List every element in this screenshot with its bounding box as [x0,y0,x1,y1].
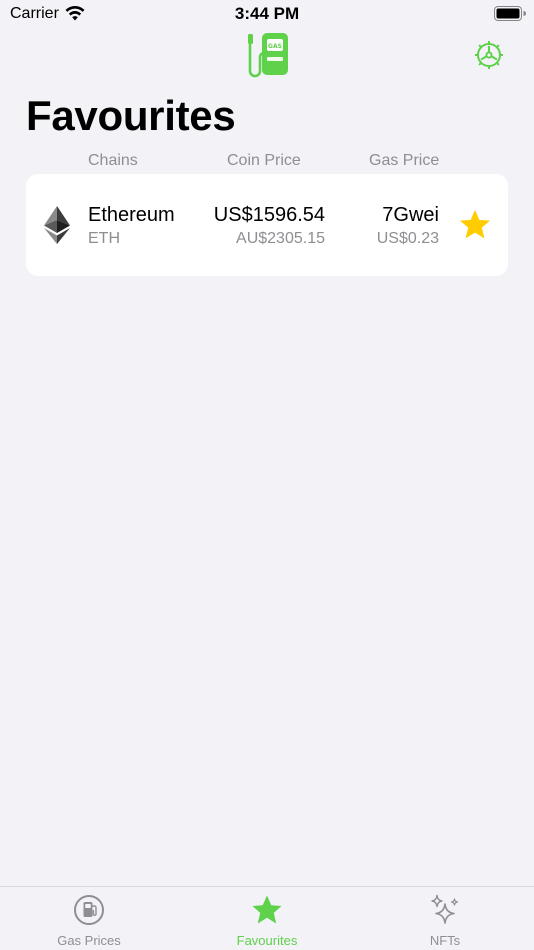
status-time: 3:44 PM [234,4,300,23]
tab-favourites[interactable]: Favourites [178,887,356,950]
favourite-star-icon[interactable] [458,208,492,242]
chain-symbol: ETH [88,230,120,247]
gas-pump-icon: GAS [248,33,288,78]
settings-gear-icon[interactable] [472,38,506,72]
column-header-gas-price: Gas Price [369,152,440,169]
page-title: Favourites [26,92,236,139]
tab-nfts[interactable]: NFTs [356,887,534,950]
status-bar: Carrier 3:44 PM [0,0,534,30]
favourite-chain-card[interactable]: Ethereum ETH US$1596.54 AU$2305.15 7Gwei… [26,174,508,276]
gas-price-gwei: 7Gwei [382,204,439,226]
gas-station-icon [74,895,104,925]
column-header-coin-price: Coin Price [227,152,301,169]
column-header-chains: Chains [88,152,138,169]
coin-price-usd: US$1596.54 [213,204,325,226]
tab-bar: Gas Prices Favourites NFTs [0,886,534,950]
sparkles-icon [431,894,459,924]
svg-text:GAS: GAS [268,43,282,50]
battery-icon [494,6,526,21]
tab-label-favourites: Favourites [236,933,298,948]
coin-price-aud: AU$2305.15 [236,230,325,247]
tab-label-gas-prices: Gas Prices [57,933,121,948]
gas-price-usd: US$0.23 [376,230,439,247]
ethereum-icon [44,206,70,244]
column-headers: Chains Coin Price Gas Price [0,152,534,172]
tab-gas-prices[interactable]: Gas Prices [0,887,178,950]
chain-name: Ethereum [88,204,175,226]
tab-label-nfts: NFTs [429,933,461,948]
star-icon [252,895,282,924]
